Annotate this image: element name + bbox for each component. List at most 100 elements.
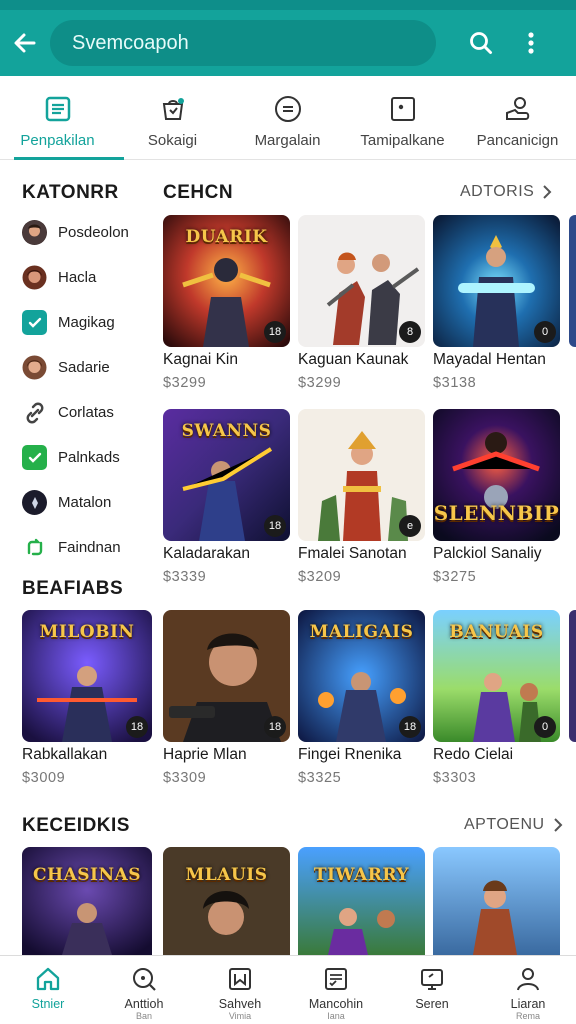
category-item-magikag[interactable]: Magikag <box>22 300 157 345</box>
age-rating-badge: 0 <box>534 321 556 343</box>
game-art-title: CHASINAS <box>32 865 142 885</box>
game-price: $3009 <box>22 770 66 786</box>
nav-sublabel: Rema <box>515 1011 540 1021</box>
game-price: $3339 <box>163 569 207 585</box>
tab-label: Pancanicign <box>476 132 559 149</box>
game-card[interactable] <box>433 847 560 955</box>
category-item-corlatas[interactable]: Corlatas <box>22 390 157 435</box>
game-art-title: SLENNBIP <box>433 501 560 525</box>
age-rating-badge: 18 <box>264 321 286 343</box>
list-icon <box>43 94 73 124</box>
category-item-sadarie[interactable]: Sadarie <box>22 345 157 390</box>
featured-see-all-link[interactable]: ADTORIS <box>460 183 552 201</box>
game-price: $3309 <box>163 770 207 786</box>
nav-label: Liaran <box>510 997 546 1011</box>
nav-item-search[interactable]: Anttioh Ban <box>96 956 192 1024</box>
age-rating-badge: 8 <box>399 321 421 343</box>
search-icon <box>470 32 492 54</box>
category-label: Faindnan <box>58 539 121 556</box>
category-item-posdeolon[interactable]: Posdeolon <box>22 210 157 255</box>
nav-item-screen[interactable]: Seren <box>384 956 480 1024</box>
game-name: Kagnai Kin <box>163 351 238 368</box>
game-thumbnail: SLENNBIP <box>433 409 560 541</box>
game-name: Haprie Mlan <box>163 746 247 763</box>
check-icon <box>22 445 47 470</box>
game-thumbnail: MALIGAIS 18 <box>298 610 425 742</box>
tab-pancanicign[interactable]: Pancanicign <box>460 76 575 160</box>
category-label: Matalon <box>58 494 112 511</box>
search-input[interactable]: Svemcoapoh <box>50 20 436 66</box>
game-art-title: MILOBIN <box>39 622 135 642</box>
game-card[interactable]: CHASINAS <box>22 847 152 955</box>
nav-item-home[interactable]: Stnier <box>0 956 96 1024</box>
tab-tamipalkane[interactable]: Tamipalkane <box>345 76 460 160</box>
home-icon <box>34 965 62 993</box>
age-rating-badge: 0 <box>534 716 556 738</box>
game-card[interactable]: TIWARRY <box>298 847 425 955</box>
check-icon <box>22 310 47 335</box>
next-card-peek <box>569 215 576 347</box>
category-label: Hacla <box>58 269 97 286</box>
category-item-palnkads[interactable]: Palnkads <box>22 435 157 480</box>
tab-sokaigi[interactable]: Sokaigi <box>115 76 230 160</box>
nav-label: Sahveh <box>218 997 262 1011</box>
game-thumbnail: 18 <box>163 610 290 742</box>
game-card[interactable]: BANUAIS 0 Redo Cielai $3303 <box>433 610 560 786</box>
game-card[interactable]: MLAUIS <box>163 847 290 955</box>
game-card[interactable]: 18 Haprie Mlan $3309 <box>163 610 290 786</box>
game-card[interactable]: MALIGAIS 18 Fingei Rnenika $3325 <box>298 610 425 786</box>
game-name: Mayadal Hentan <box>433 351 546 368</box>
back-button[interactable] <box>0 10 50 76</box>
category-label: Posdeolon <box>58 224 129 241</box>
game-card[interactable]: e Fmalei Sanotan $3209 <box>298 409 425 585</box>
category-label: Corlatas <box>58 404 114 421</box>
game-card[interactable]: MILOBIN 18 Rabkallakan $3009 <box>22 610 152 786</box>
avatar-icon <box>22 220 47 245</box>
categories-title: KATONRR <box>22 182 119 203</box>
category-item-matalon[interactable]: Matalon <box>22 480 157 525</box>
game-thumbnail: BANUAIS 0 <box>433 610 560 742</box>
category-label: Magikag <box>58 314 115 331</box>
age-rating-badge: 18 <box>264 716 286 738</box>
tab-penpakilan[interactable]: Penpakilan <box>0 76 124 160</box>
game-art-title: BANUAIS <box>449 622 544 642</box>
game-art-title: MALIGAIS <box>309 622 414 642</box>
tab-label: Tamipalkane <box>360 132 445 149</box>
next-card-peek <box>569 610 576 742</box>
game-card[interactable]: DUARIK 18 Kagnai Kin $3299 <box>163 215 290 391</box>
refresh-icon <box>22 535 47 560</box>
game-price: $3299 <box>163 375 207 391</box>
nav-label: Anttioh <box>124 997 164 1011</box>
keceidkis-section-title: KECEIDKIS <box>22 815 130 836</box>
category-item-faindnan[interactable]: Faindnan <box>22 525 157 570</box>
nav-item-checklist[interactable]: Mancohin Iana <box>288 956 384 1024</box>
tab-label: Sokaigi <box>147 132 198 149</box>
game-price: $3325 <box>298 770 342 786</box>
nav-item-library[interactable]: Sahveh Vimia <box>192 956 288 1024</box>
game-thumbnail: SWANNS 18 <box>163 409 290 541</box>
game-card[interactable]: SLENNBIP Palckiol Sanaliy $3275 <box>433 409 560 585</box>
game-card[interactable]: SWANNS 18 Kaladarakan $3339 <box>163 409 290 585</box>
bottom-navigation: Stnier Anttioh Ban Sahveh Vimia Mancohin… <box>0 955 576 1024</box>
circle-menu-icon <box>273 94 303 124</box>
book-icon <box>226 965 254 993</box>
game-thumbnail: MLAUIS <box>163 847 290 955</box>
age-rating-badge: 18 <box>264 515 286 537</box>
search-icon <box>130 965 158 993</box>
search-button[interactable] <box>456 10 506 76</box>
game-name: Rabkallakan <box>22 746 108 763</box>
tab-label: Penpakilan <box>20 132 95 149</box>
more-menu-button[interactable] <box>506 10 556 76</box>
link-icon <box>22 400 47 425</box>
game-card[interactable]: 8 Kaguan Kaunak $3299 <box>298 215 425 391</box>
category-label: Palnkads <box>58 449 120 466</box>
game-card[interactable]: 0 Mayadal Hentan $3138 <box>433 215 560 391</box>
bag-icon <box>158 94 188 124</box>
app-screen: Svemcoapoh Penpakilan Sokaigi Margalain … <box>0 0 576 1024</box>
nav-item-profile[interactable]: Liaran Rema <box>480 956 576 1024</box>
keceidkis-see-all-link[interactable]: APTOENU <box>464 816 563 834</box>
category-item-hacla[interactable]: Hacla <box>22 255 157 300</box>
tab-margalain[interactable]: Margalain <box>230 76 345 160</box>
game-thumbnail: 8 <box>298 215 425 347</box>
checklist-icon <box>322 965 350 993</box>
